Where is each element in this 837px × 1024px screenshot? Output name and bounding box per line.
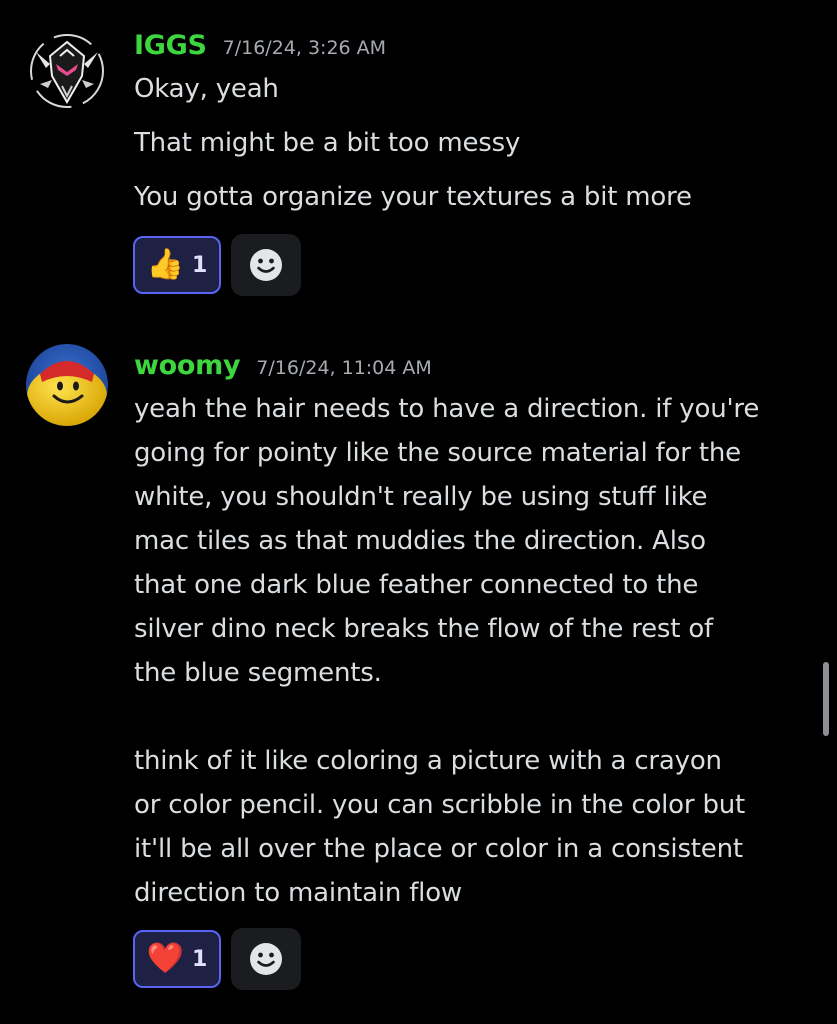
add-reaction-button[interactable] [231,928,301,990]
message-line: it'll be all over the place or color in … [134,834,743,864]
smiley-face-avatar-icon [26,344,108,426]
message-line: yeah the hair needs to have a direction.… [134,394,760,424]
reaction-heart-button[interactable]: ❤️ 1 [133,930,221,988]
message-line: think of it like coloring a picture with… [134,746,722,776]
message-line: or color pencil. you can scribble in the… [134,790,746,820]
username[interactable]: woomy [134,350,241,381]
avatar[interactable] [26,344,108,426]
message-line: white, you shouldn't really be using stu… [134,482,708,512]
message-line: silver dino neck breaks the flow of the … [134,614,714,644]
timestamp: 7/16/24, 3:26 AM [222,37,387,59]
timestamp: 7/16/24, 11:04 AM [256,357,432,379]
reactions-bar: ❤️ 1 [133,928,301,990]
message-line: direction to maintain flow [134,878,462,908]
reaction-thumbs-up-button[interactable]: 👍 1 [133,236,221,294]
reaction-count: 1 [192,946,208,972]
smiley-add-reaction-icon [250,943,282,975]
avatar[interactable] [26,30,108,112]
message-header: woomy 7/16/24, 11:04 AM [134,350,432,381]
reactions-bar: 👍 1 [133,234,301,296]
message-line: going for pointy like the source materia… [134,438,741,468]
scrollbar-thumb[interactable] [823,662,829,736]
add-reaction-button[interactable] [231,234,301,296]
smiley-add-reaction-icon [250,249,282,281]
message-line: that one dark blue feather connected to … [134,570,699,600]
reaction-count: 1 [192,252,208,278]
message-header: IGGS 7/16/24, 3:26 AM [134,30,386,61]
thumbs-up-icon: 👍 [146,247,185,282]
message-line: Okay, yeah [134,74,279,104]
message-line: You gotta organize your textures a bit m… [134,182,692,212]
masked-figure-avatar-icon [26,30,108,112]
message-line: the blue segments. [134,658,382,688]
heart-icon: ❤️ [146,941,185,976]
username[interactable]: IGGS [134,30,207,61]
message-line: mac tiles as that muddies the direction.… [134,526,706,556]
message-line: That might be a bit too messy [134,128,521,158]
